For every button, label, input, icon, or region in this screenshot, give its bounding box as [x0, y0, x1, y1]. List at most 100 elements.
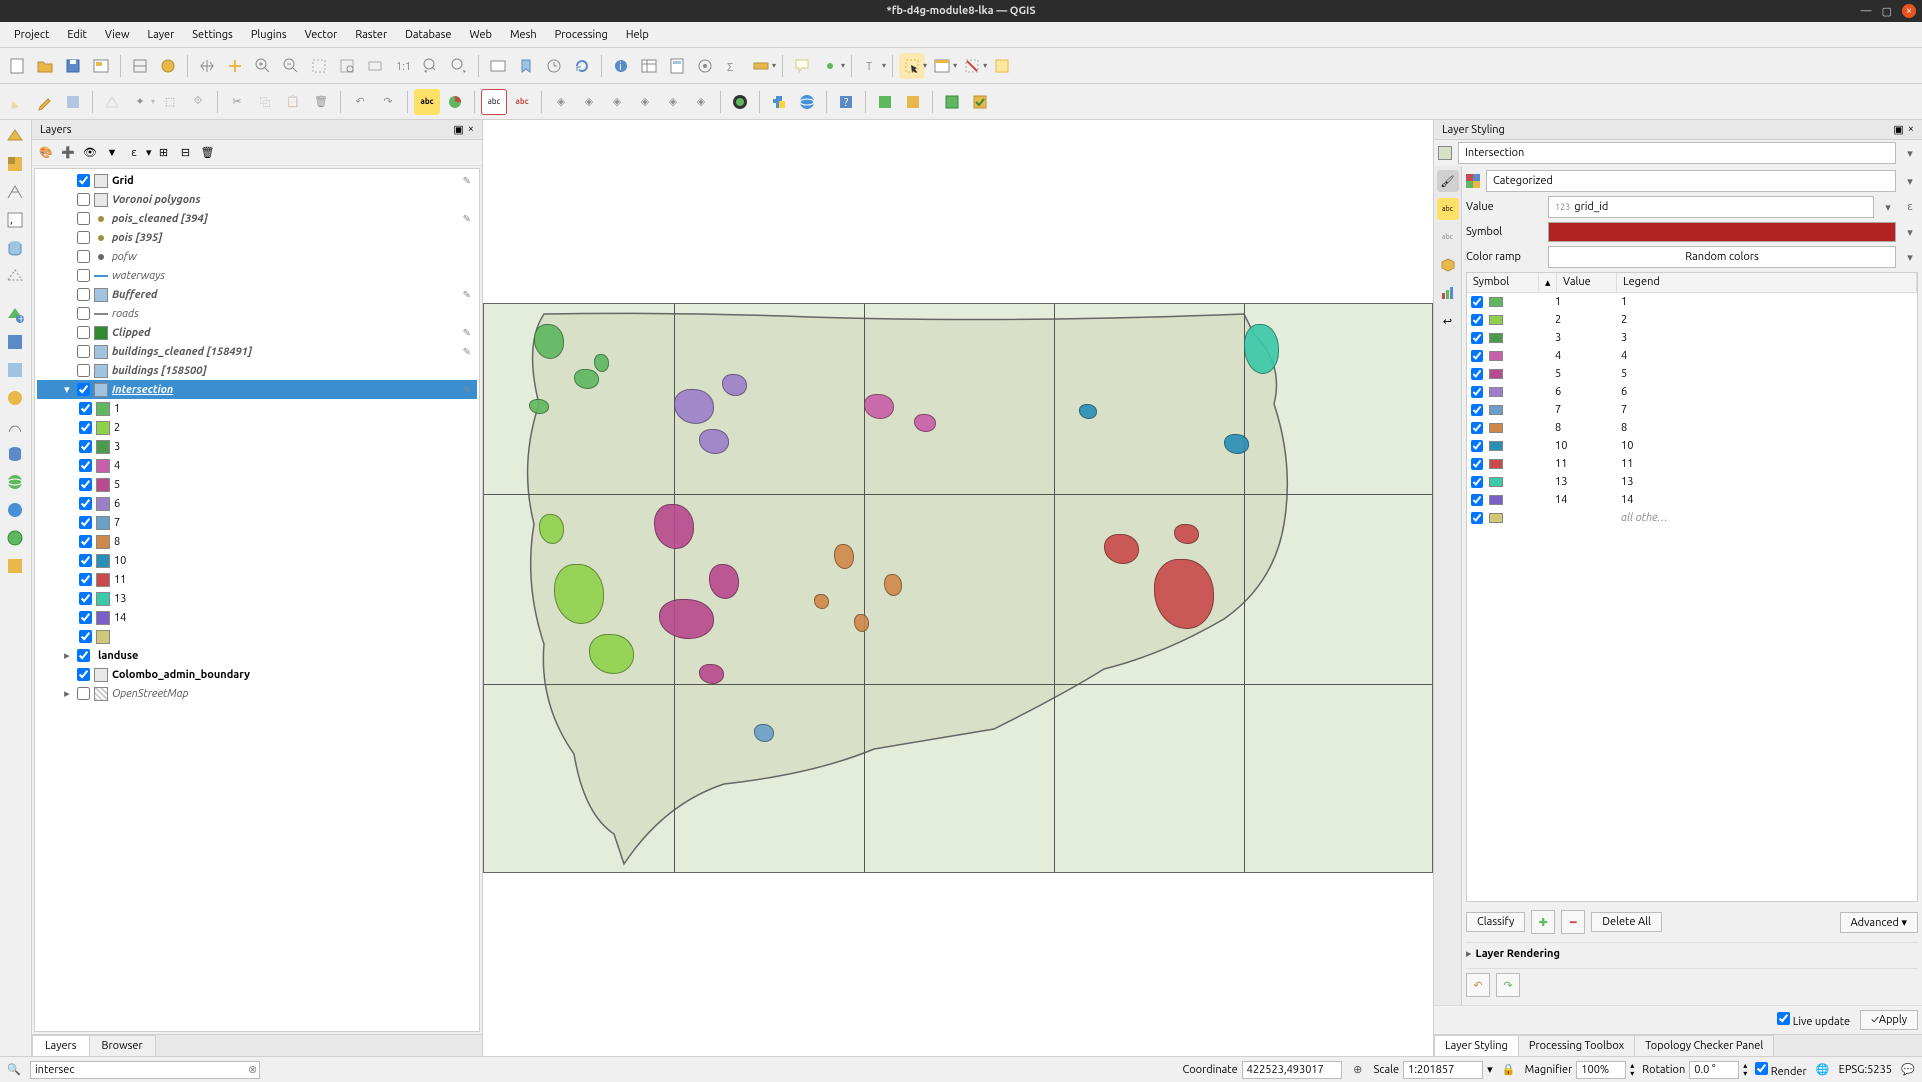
vertex-tool-icon[interactable]: ⟐ — [185, 89, 211, 115]
layer-checkbox[interactable] — [77, 250, 90, 263]
class-row[interactable]: 1 — [37, 399, 477, 418]
identify-icon[interactable]: i — [608, 53, 634, 79]
add-category-button[interactable]: ✚ — [1531, 910, 1555, 934]
adv-tool-6-icon[interactable]: ◈ — [688, 89, 714, 115]
attribute-table-icon[interactable] — [636, 53, 662, 79]
rot-input[interactable] — [1689, 1061, 1739, 1079]
memory-icon[interactable]: ✎ — [463, 327, 471, 339]
tab-layer-styling[interactable]: Layer Styling — [1434, 1035, 1519, 1056]
adv-tool-2-icon[interactable]: ◈ — [576, 89, 602, 115]
zoom-selection-icon[interactable] — [334, 53, 360, 79]
classify-button[interactable]: Classify — [1466, 912, 1525, 932]
layer-row-13[interactable]: Colombo_admin_boundary — [37, 665, 477, 684]
vector-layer-icon[interactable] — [3, 124, 27, 148]
expand-all-icon[interactable]: ⊞ — [153, 143, 173, 163]
select-by-value-icon[interactable] — [929, 53, 955, 79]
value-dd-icon[interactable]: ▾ — [1880, 201, 1896, 214]
layer-row-1[interactable]: Voronoi polygons — [37, 190, 477, 209]
render-check[interactable]: Render — [1755, 1062, 1806, 1078]
expand-rendering-icon[interactable]: ▸ — [1466, 947, 1472, 960]
select-all-icon[interactable] — [989, 53, 1015, 79]
memory-icon[interactable]: ✎ — [463, 384, 471, 396]
stats-icon[interactable]: Σ — [720, 53, 746, 79]
map-feature[interactable] — [864, 394, 894, 419]
expression-filter-icon[interactable]: ε — [124, 143, 144, 163]
annotation-icon[interactable] — [817, 53, 843, 79]
mag-input[interactable] — [1576, 1061, 1626, 1079]
undo-style-button[interactable]: ↶ — [1466, 973, 1490, 997]
layer-checkbox[interactable] — [77, 212, 90, 225]
plugin-2-icon[interactable] — [900, 89, 926, 115]
pan-selection-icon[interactable] — [222, 53, 248, 79]
virtual-layer-icon[interactable] — [3, 264, 27, 288]
category-row[interactable]: 1313 — [1467, 473, 1917, 491]
new-print-layout-icon[interactable] — [88, 53, 114, 79]
mag-spinner-icon[interactable]: ▴▾ — [1630, 1062, 1634, 1078]
history-tab-icon[interactable]: ↩ — [1437, 310, 1459, 332]
value-field[interactable]: 123 grid_id — [1548, 196, 1874, 218]
zoom-native-icon[interactable]: 1:1 — [390, 53, 416, 79]
category-row[interactable]: 1010 — [1467, 437, 1917, 455]
adv-tool-1-icon[interactable]: ◈ — [548, 89, 574, 115]
map-canvas-area[interactable] — [483, 120, 1433, 1056]
maximize-button[interactable]: ▢ — [1882, 5, 1892, 18]
minimize-button[interactable]: — — [1861, 5, 1872, 17]
menu-processing[interactable]: Processing — [547, 26, 616, 44]
layer-checkbox[interactable] — [77, 193, 90, 206]
category-row[interactable]: all othe… — [1467, 509, 1917, 527]
select-icon[interactable] — [899, 53, 925, 79]
toggle-edit-icon[interactable] — [32, 89, 58, 115]
class-row[interactable]: 10 — [37, 551, 477, 570]
symbol-dd-icon[interactable]: ▾ — [1902, 226, 1918, 239]
menu-view[interactable]: View — [97, 26, 138, 44]
new-geopackage-icon[interactable] — [3, 330, 27, 354]
layout-manager-icon[interactable] — [127, 53, 153, 79]
labels-tab-icon[interactable]: abc — [1437, 198, 1459, 220]
category-row[interactable]: 1414 — [1467, 491, 1917, 509]
layer-checkbox[interactable] — [77, 345, 90, 358]
3d-tab-icon[interactable] — [1437, 254, 1459, 276]
new-project-icon[interactable] — [4, 53, 30, 79]
map-feature[interactable] — [1174, 524, 1199, 544]
layer-checkbox[interactable] — [77, 383, 90, 396]
map-feature[interactable] — [1224, 434, 1249, 454]
menu-web[interactable]: Web — [461, 26, 500, 44]
temporal-icon[interactable] — [541, 53, 567, 79]
map-feature[interactable] — [1104, 534, 1139, 564]
redo-icon[interactable]: ↷ — [375, 89, 401, 115]
map-feature[interactable] — [699, 429, 729, 454]
metasearch-icon[interactable] — [794, 89, 820, 115]
delete-all-button[interactable]: Delete All — [1591, 912, 1662, 932]
category-row[interactable]: 55 — [1467, 365, 1917, 383]
spatialite-icon[interactable] — [3, 236, 27, 260]
map-feature[interactable] — [674, 389, 714, 424]
layer-checkbox[interactable] — [77, 649, 90, 662]
category-row[interactable]: 44 — [1467, 347, 1917, 365]
renderer-select[interactable]: Categorized — [1486, 170, 1896, 192]
scale-dd-icon[interactable]: ▾ — [1487, 1063, 1493, 1076]
class-row[interactable] — [37, 627, 477, 646]
locator-input[interactable] — [30, 1061, 260, 1079]
zoom-next-icon[interactable] — [446, 53, 472, 79]
menu-plugins[interactable]: Plugins — [243, 26, 295, 44]
new-gpx-icon[interactable] — [3, 414, 27, 438]
map-feature[interactable] — [722, 374, 747, 396]
advanced-button[interactable]: Advanced ▾ — [1840, 912, 1919, 933]
edits-icon[interactable] — [4, 89, 30, 115]
symbol-preview[interactable] — [1548, 222, 1896, 242]
pan-icon[interactable] — [194, 53, 220, 79]
layer-row-7[interactable]: roads — [37, 304, 477, 323]
menu-edit[interactable]: Edit — [59, 26, 95, 44]
field-calc-icon[interactable] — [664, 53, 690, 79]
map-feature[interactable] — [699, 664, 724, 684]
wms-icon[interactable] — [3, 470, 27, 494]
diagram-icon[interactable] — [442, 89, 468, 115]
category-table[interactable]: Symbol ▴ Value Legend 112233445566778810… — [1466, 272, 1918, 902]
layer-select[interactable]: Intersection — [1458, 142, 1896, 164]
clear-search-icon[interactable]: ⊗ — [248, 1063, 257, 1076]
renderer-dd-icon[interactable]: ▾ — [1902, 175, 1918, 188]
digitize-icon[interactable]: ✦ — [127, 89, 153, 115]
text-annotation-icon[interactable]: T — [858, 53, 884, 79]
undock-styling-icon[interactable]: ▣ — [1893, 123, 1903, 136]
tab-topology-checker[interactable]: Topology Checker Panel — [1634, 1035, 1774, 1056]
